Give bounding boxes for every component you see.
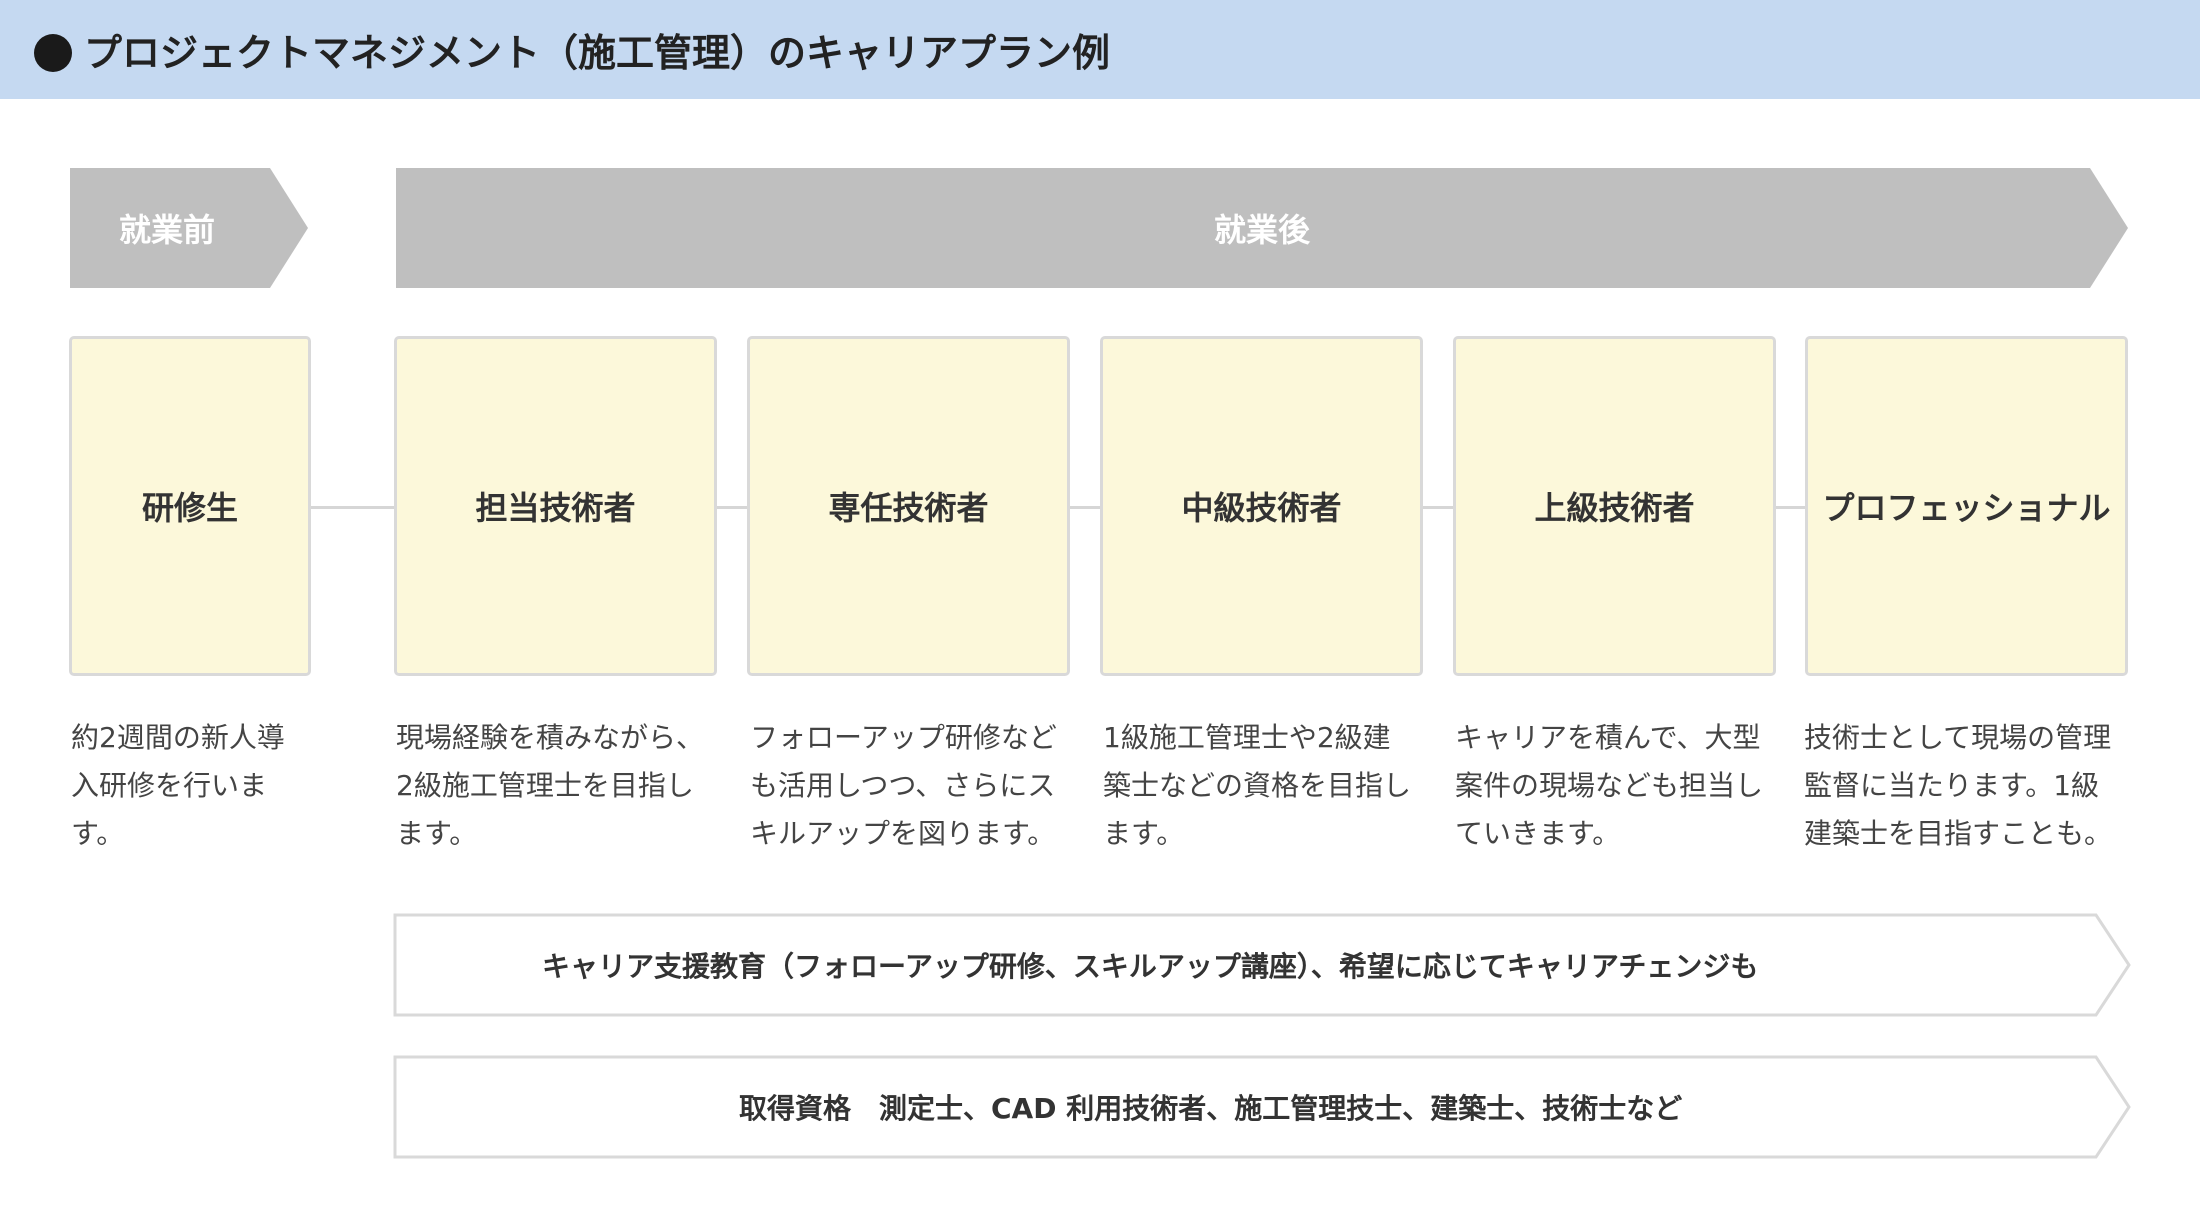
header-bar: プロジェクトマネジメント（施工管理）のキャリアプラン例 bbox=[0, 0, 2200, 99]
bullet-icon bbox=[34, 34, 72, 72]
phase-before-arrow: 就業前 bbox=[70, 168, 308, 288]
description-line: 技術士として現場の管理 bbox=[1804, 721, 2112, 754]
description-line: ます。 bbox=[396, 817, 478, 850]
description-line: 1級施工管理士や2級建 bbox=[1103, 721, 1391, 754]
stage-title: 上級技術者 bbox=[1534, 489, 1695, 527]
description-line: キャリアを積んで、大型 bbox=[1455, 721, 1761, 754]
stage-box-professional: プロフェッショナル bbox=[1805, 336, 2128, 676]
stage-title: 研修生 bbox=[141, 489, 238, 527]
connector-line bbox=[716, 506, 748, 509]
description-line: す。 bbox=[71, 817, 125, 850]
stage-title: 中級技術者 bbox=[1181, 489, 1342, 527]
connector-line bbox=[1775, 506, 1806, 509]
stage-description: 技術士として現場の管理 監督に当たります。1級 建築士を目指すことも。 bbox=[1804, 714, 2134, 858]
description-line: ていきます。 bbox=[1455, 817, 1621, 850]
description-line: も活用しつつ、さらにス bbox=[750, 769, 1056, 802]
description-line: 2級施工管理士を目指し bbox=[396, 769, 694, 802]
stage-description: 約2週間の新人導 入研修を行いま す。 bbox=[71, 714, 321, 858]
stage-box-engineer: 担当技術者 bbox=[394, 336, 717, 676]
career-support-banner: キャリア支援教育（フォローアップ研修、スキルアップ講座）、希望に応じてキャリアチ… bbox=[393, 913, 2132, 1017]
stage-box-mid-engineer: 中級技術者 bbox=[1100, 336, 1423, 676]
description-line: 建築士を目指すことも。 bbox=[1804, 817, 2113, 850]
qualifications-text: 取得資格 測定士、CAD 利用技術者、施工管理技士、建築士、技術士など bbox=[739, 1092, 1683, 1125]
page-title: プロジェクトマネジメント（施工管理）のキャリアプラン例 bbox=[84, 31, 1111, 75]
description-line: 約2週間の新人導 bbox=[71, 721, 285, 754]
career-support-text: キャリア支援教育（フォローアップ研修、スキルアップ講座）、希望に応じてキャリアチ… bbox=[542, 950, 1759, 983]
stage-box-dedicated-engineer: 専任技術者 bbox=[747, 336, 1070, 676]
stage-title: 担当技術者 bbox=[475, 489, 636, 527]
phase-after-label: 就業後 bbox=[1213, 211, 1310, 249]
description-line: ます。 bbox=[1103, 817, 1185, 850]
stage-title: プロフェッショナル bbox=[1822, 489, 2111, 527]
stage-description: 現場経験を積みながら、 2級施工管理士を目指し ます。 bbox=[396, 714, 726, 858]
connector-line bbox=[1069, 506, 1101, 509]
stage-box-senior-engineer: 上級技術者 bbox=[1453, 336, 1776, 676]
description-line: 監督に当たります。1級 bbox=[1804, 769, 2100, 802]
connector-line bbox=[310, 506, 396, 509]
stage-description: キャリアを積んで、大型 案件の現場なども担当し ていきます。 bbox=[1455, 714, 1785, 858]
phase-after-arrow: 就業後 bbox=[396, 168, 2128, 288]
stage-title: 専任技術者 bbox=[828, 489, 989, 527]
stage-box-trainee: 研修生 bbox=[69, 336, 311, 676]
description-line: 案件の現場なども担当し bbox=[1455, 769, 1764, 802]
phase-before-label: 就業前 bbox=[118, 211, 215, 249]
description-line: フォローアップ研修など bbox=[750, 721, 1057, 754]
stage-description: 1級施工管理士や2級建 築士などの資格を目指し ます。 bbox=[1103, 714, 1433, 858]
description-line: 入研修を行いま bbox=[71, 769, 268, 802]
description-line: 築士などの資格を目指し bbox=[1103, 769, 1412, 802]
stage-description: フォローアップ研修など も活用しつつ、さらにス キルアップを図ります。 bbox=[750, 714, 1080, 858]
connector-line bbox=[1422, 506, 1453, 509]
qualifications-banner: 取得資格 測定士、CAD 利用技術者、施工管理技士、建築士、技術士など bbox=[393, 1055, 2132, 1159]
description-line: キルアップを図ります。 bbox=[750, 817, 1056, 850]
description-line: 現場経験を積みながら、 bbox=[396, 721, 705, 754]
